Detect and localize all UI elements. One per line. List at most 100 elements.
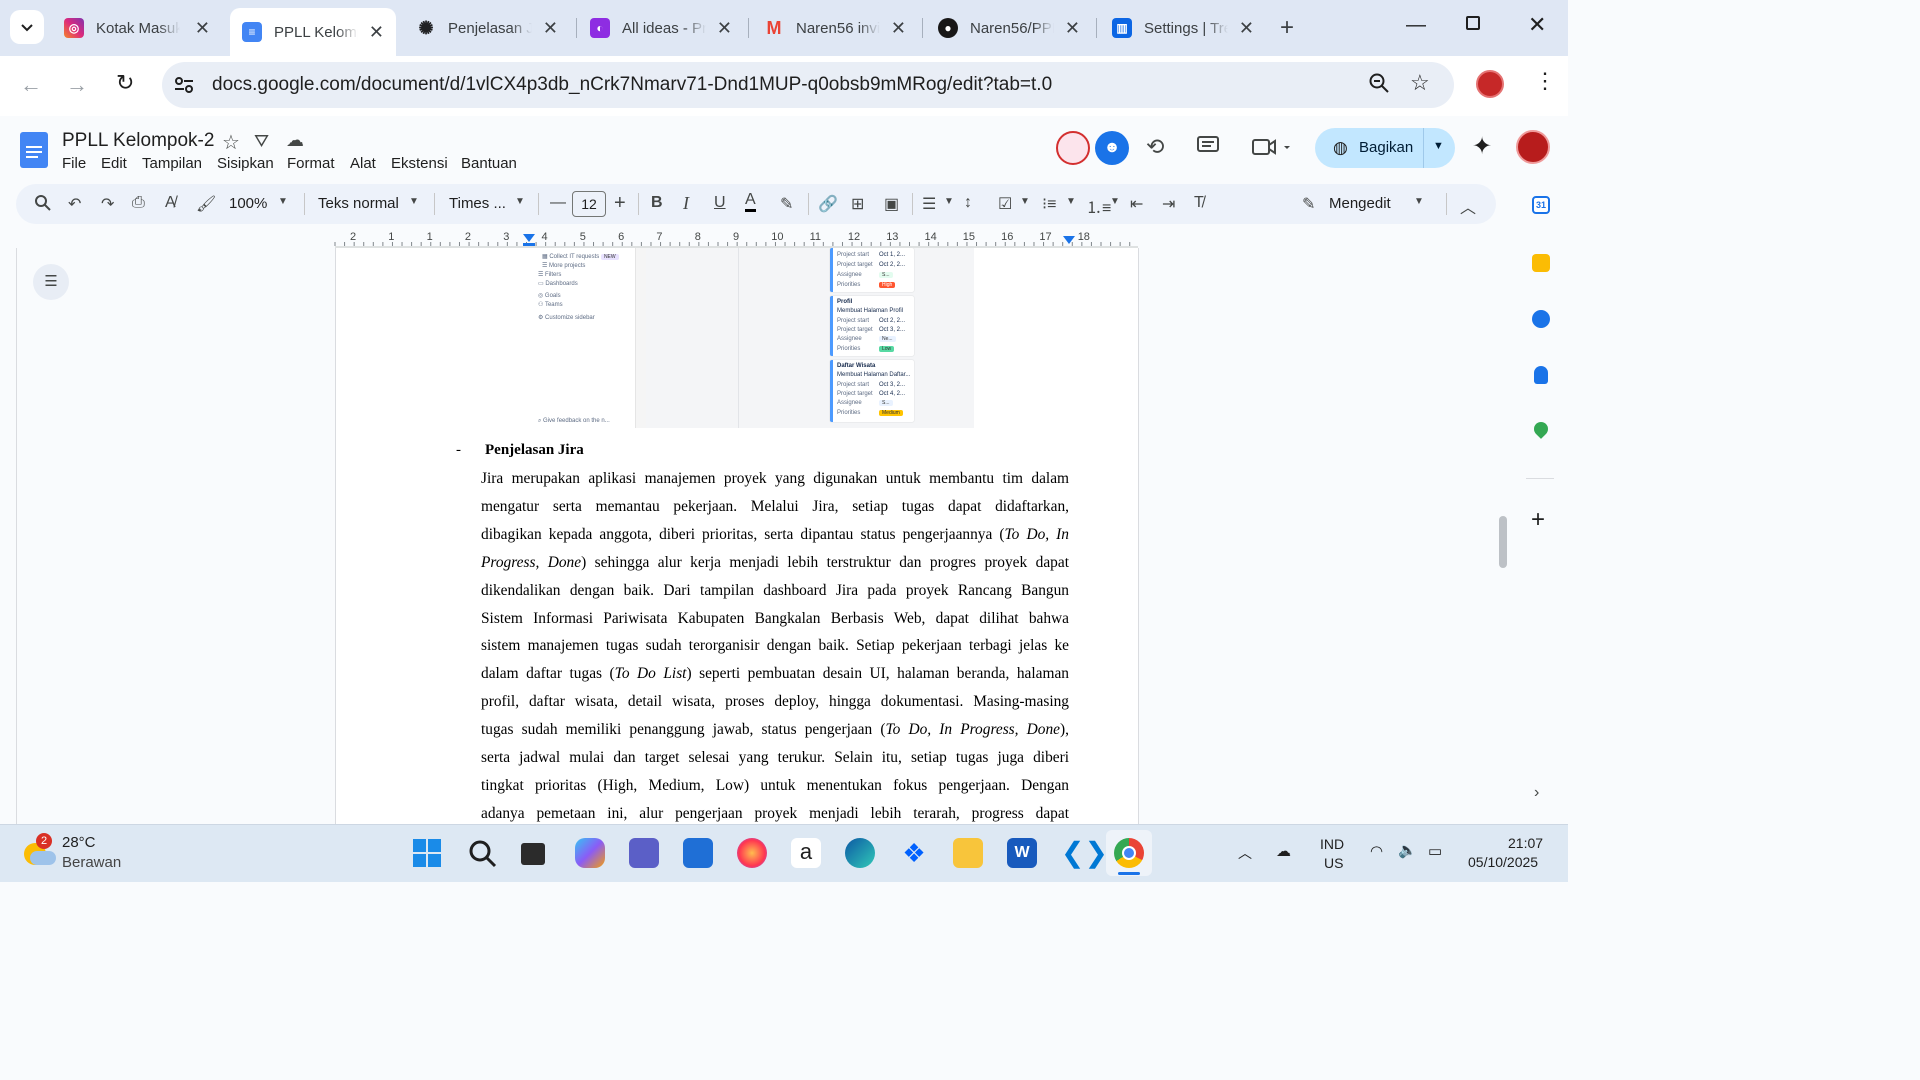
line-spacing-icon[interactable]: ↕	[964, 194, 972, 212]
decrease-indent-icon[interactable]: ⇤	[1130, 194, 1143, 214]
language-indicator-bottom[interactable]: US	[1324, 855, 1343, 871]
close-tab-icon[interactable]: ✕	[195, 18, 210, 39]
forward-arrow-icon[interactable]: →	[66, 72, 88, 98]
new-tab-icon[interactable]: +	[1280, 14, 1294, 42]
onedrive-icon[interactable]: ☁	[1276, 842, 1291, 860]
clock-time[interactable]: 21:07	[1508, 835, 1543, 851]
tasks-icon[interactable]	[1532, 310, 1550, 328]
store-icon[interactable]	[683, 838, 713, 868]
chevron-right-icon[interactable]: ›	[1534, 784, 1539, 802]
zoom-select[interactable]: 100%	[229, 195, 267, 212]
vertical-scrollbar-thumb[interactable]	[1499, 516, 1507, 568]
tab-penjelasan-jira[interactable]: ✺ Penjelasan Jira ✕	[404, 8, 570, 48]
increase-indent-icon[interactable]: ⇥	[1162, 194, 1175, 214]
bulleted-list-icon[interactable]: ⁝≡	[1042, 194, 1056, 214]
file-explorer-icon[interactable]	[953, 838, 983, 868]
menu-file[interactable]: File	[62, 155, 86, 172]
task-view-icon[interactable]	[521, 843, 545, 865]
minimize-icon[interactable]: —	[1406, 14, 1426, 37]
text-color-icon[interactable]: A	[745, 191, 756, 212]
add-comment-icon[interactable]: ⊞	[851, 194, 864, 214]
close-tab-icon[interactable]: ✕	[717, 18, 732, 39]
maps-icon[interactable]	[1531, 419, 1551, 439]
close-tab-icon[interactable]: ✕	[891, 18, 906, 39]
weather-icon[interactable]: 2	[24, 833, 56, 867]
bookmark-star-icon[interactable]: ☆	[1410, 70, 1430, 96]
editing-mode-select[interactable]: Mengedit	[1329, 195, 1391, 212]
search-icon[interactable]	[34, 194, 52, 212]
history-icon[interactable]: ⟲	[1146, 134, 1164, 160]
site-settings-icon[interactable]	[174, 76, 194, 94]
increase-font-size-icon[interactable]: +	[614, 192, 626, 215]
address-bar[interactable]: docs.google.com/document/d/1vlCX4p3db_nC…	[162, 62, 1454, 108]
calendar-icon[interactable]: 31	[1532, 196, 1550, 214]
wifi-icon[interactable]: ◠	[1370, 842, 1383, 860]
print-icon[interactable]: ⎙	[132, 194, 145, 212]
chevron-up-icon[interactable]: ︿	[1238, 843, 1252, 863]
contacts-icon[interactable]	[1534, 366, 1548, 384]
menu-tools[interactable]: Alat	[350, 155, 376, 172]
gemini-sparkle-icon[interactable]: ✦	[1472, 132, 1492, 161]
docs-logo-icon[interactable]	[20, 132, 48, 168]
vscode-icon[interactable]: ❮❯	[1061, 838, 1108, 868]
edge-icon[interactable]	[845, 838, 875, 868]
close-tab-icon[interactable]: ✕	[369, 22, 384, 43]
move-to-drive-icon[interactable]: ⛛	[254, 131, 269, 152]
amazon-icon[interactable]: a	[791, 838, 821, 868]
copilot-icon[interactable]	[575, 838, 605, 868]
battery-icon[interactable]: ▭	[1428, 842, 1442, 860]
tab-kotak-masuk[interactable]: ◎ Kotak Masuk ✕	[52, 8, 222, 48]
hide-menus-chevron-up-icon[interactable]: ︿	[1460, 194, 1476, 218]
reload-icon[interactable]: ↻	[116, 70, 134, 96]
left-indent-marker[interactable]	[523, 234, 535, 246]
collaborator-avatar[interactable]	[1056, 131, 1090, 165]
volume-icon[interactable]: 🔈	[1398, 841, 1417, 859]
paint-format-icon[interactable]: 🖌	[196, 194, 216, 214]
collaborator-avatar[interactable]: ☻	[1095, 131, 1129, 165]
back-arrow-icon[interactable]: ←	[20, 72, 42, 98]
menu-view[interactable]: Tampilan	[142, 155, 202, 172]
decrease-font-size-icon[interactable]: —	[550, 194, 566, 212]
close-tab-icon[interactable]: ✕	[1065, 18, 1080, 39]
teams-icon[interactable]	[629, 838, 659, 868]
zoom-icon[interactable]	[1368, 72, 1390, 94]
word-icon[interactable]: W	[1007, 838, 1037, 868]
insert-image-icon[interactable]: ▣	[884, 194, 899, 214]
font-select[interactable]: Times ...	[449, 195, 506, 212]
checklist-icon[interactable]: ☑	[998, 194, 1012, 214]
tab-ppll-kelompok[interactable]: ≡ PPLL Kelompok-2 ✕	[230, 8, 396, 56]
align-icon[interactable]: ☰	[922, 194, 936, 214]
horizontal-ruler[interactable]: 2 1 1 2 3 4 5 6 7 8 9 10 11 12 13 14 15 16 17 18	[16, 230, 1496, 248]
firefox-icon[interactable]	[737, 838, 767, 868]
undo-icon[interactable]: ↶	[68, 194, 81, 214]
close-tab-icon[interactable]: ✕	[543, 18, 558, 39]
tab-trello[interactable]: ▥ Settings | Trello ✕	[1100, 8, 1266, 48]
document-title[interactable]: PPLL Kelompok-2	[62, 130, 214, 152]
close-window-icon[interactable]: ✕	[1528, 12, 1546, 38]
link-icon[interactable]: 🔗	[818, 194, 838, 214]
dropbox-icon[interactable]: ❖	[899, 838, 929, 868]
menu-edit[interactable]: Edit	[101, 155, 127, 172]
bold-icon[interactable]: B	[651, 194, 663, 212]
font-size-input[interactable]: 12	[572, 191, 606, 217]
menu-extensions[interactable]: Ekstensi	[391, 155, 448, 172]
underline-icon[interactable]: U	[714, 194, 726, 212]
tab-search-button[interactable]	[10, 10, 44, 44]
menu-format[interactable]: Format	[287, 155, 335, 172]
meet-icon[interactable]	[1252, 138, 1292, 156]
clock-date[interactable]: 05/10/2025	[1468, 854, 1538, 870]
spellcheck-icon[interactable]: A̸	[165, 194, 176, 212]
menu-insert[interactable]: Sisipkan	[217, 155, 274, 172]
close-tab-icon[interactable]: ✕	[1239, 18, 1254, 39]
right-indent-marker[interactable]	[1063, 236, 1075, 246]
menu-help[interactable]: Bantuan	[461, 155, 517, 172]
tab-github[interactable]: ● Naren56/PPLL ✕	[926, 8, 1092, 48]
language-indicator-top[interactable]: IND	[1320, 836, 1344, 852]
tab-gmail[interactable]: M Naren56 invited you ✕	[752, 8, 918, 48]
paragraph-style-select[interactable]: Teks normal	[318, 195, 399, 212]
account-avatar[interactable]	[1516, 130, 1550, 164]
numbered-list-icon[interactable]: ⒈≡	[1086, 194, 1111, 218]
redo-icon[interactable]: ↷	[101, 194, 114, 214]
italic-icon[interactable]: I	[683, 193, 689, 214]
share-button[interactable]: ◍ Bagikan ▼	[1315, 128, 1455, 168]
